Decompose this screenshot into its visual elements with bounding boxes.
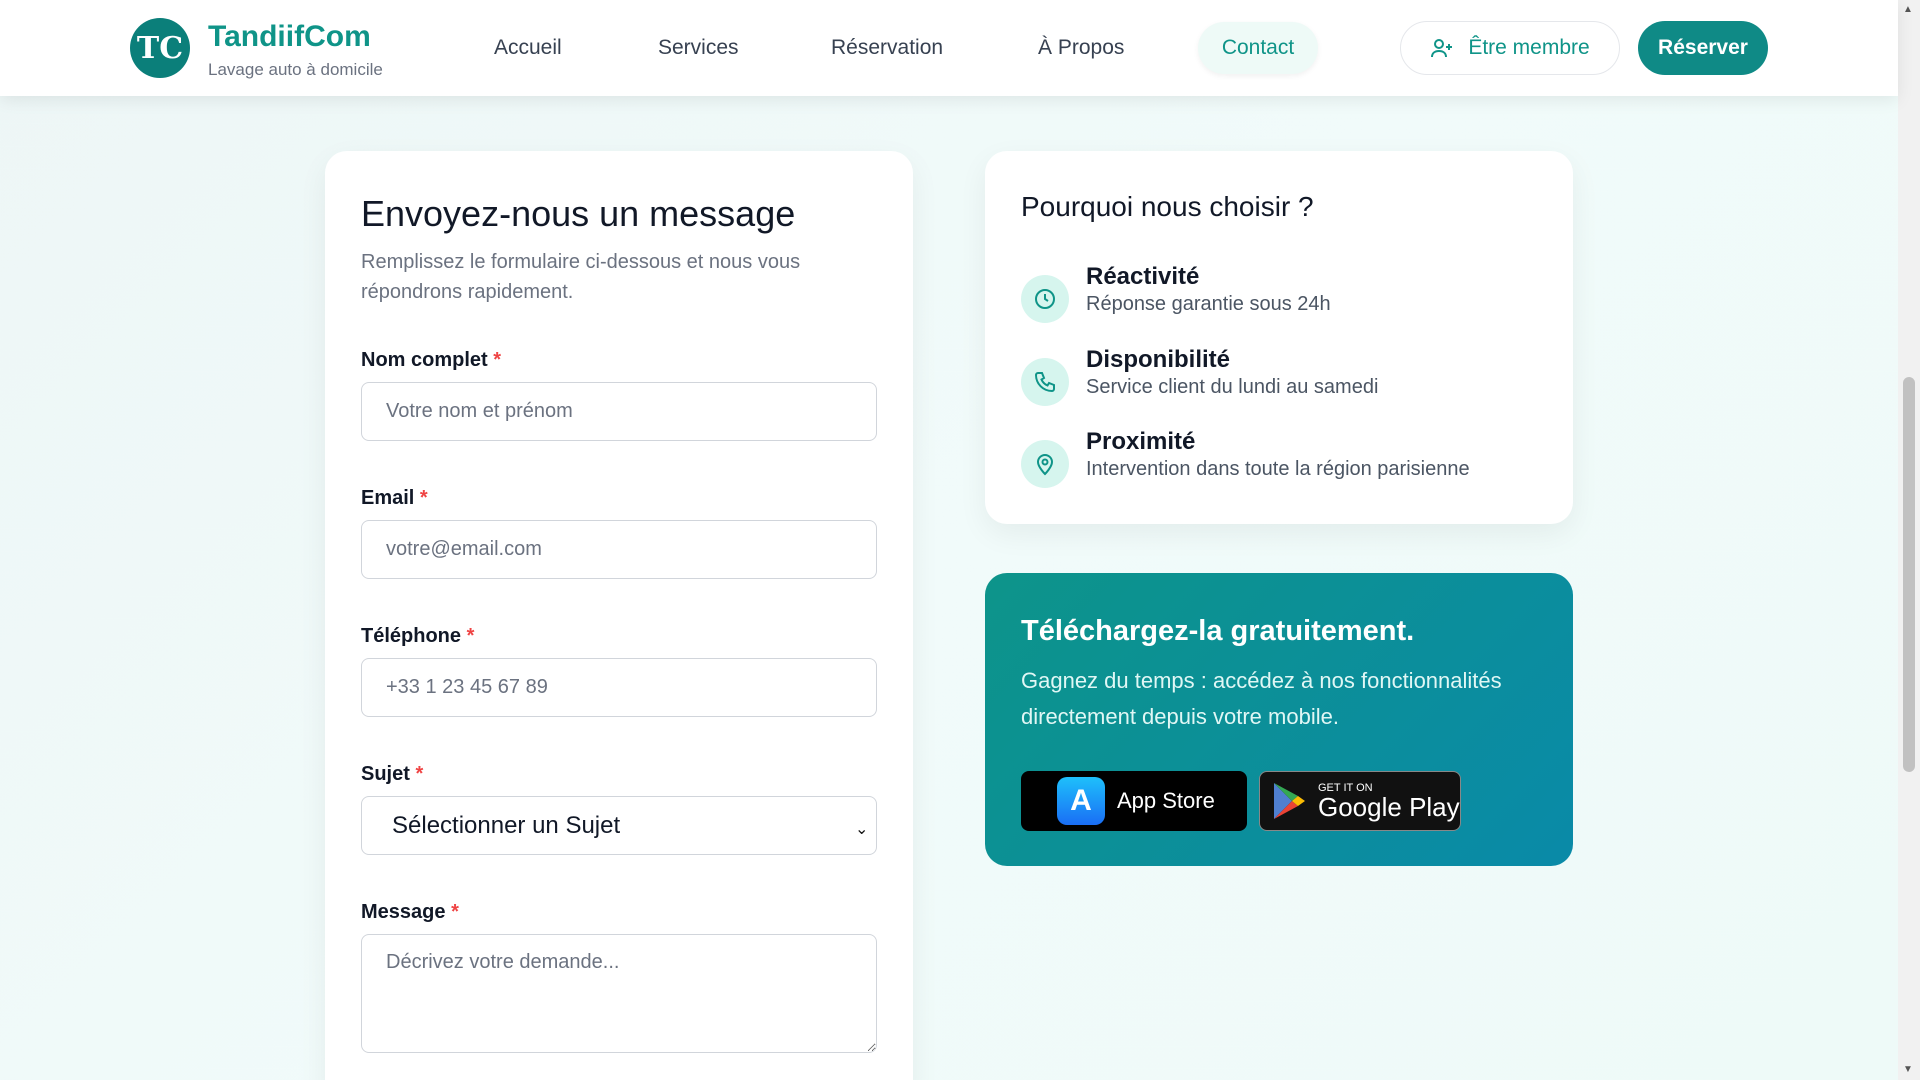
- user-plus-icon: [1431, 39, 1453, 58]
- download-desc: Gagnez du temps : accédez à nos fonction…: [1021, 668, 1502, 729]
- name-label: Nom complet *: [361, 349, 502, 371]
- form-title: Envoyez-nous un message: [361, 193, 796, 234]
- message-label: Message *: [361, 901, 459, 923]
- download-title: Téléchargez-la gratuitement.: [1021, 615, 1415, 647]
- why-item-desc: Intervention dans toute la région parisi…: [1086, 458, 1470, 480]
- why-item: Réactivité Réponse garantie sous 24h: [1021, 263, 1541, 331]
- google-play-button[interactable]: GET IT ON Google Play: [1259, 771, 1461, 831]
- form-subtitle: Remplissez le formulaire ci-dessous et n…: [361, 251, 801, 303]
- why-item: Proximité Intervention dans toute la rég…: [1021, 428, 1541, 496]
- clock-icon: [1021, 275, 1069, 323]
- email-input[interactable]: [361, 520, 877, 579]
- nav-reservation[interactable]: Réservation: [831, 36, 943, 60]
- why-item-desc: Réponse garantie sous 24h: [1086, 293, 1331, 315]
- member-label: Être membre: [1468, 36, 1590, 59]
- nav-a-propos[interactable]: À Propos: [1038, 36, 1124, 60]
- app-store-label: App Store: [1117, 788, 1215, 813]
- brand-tagline: Lavage auto à domicile: [208, 60, 383, 79]
- google-play-icon: [1274, 783, 1305, 819]
- logo[interactable]: TC: [130, 18, 190, 78]
- chevron-down-icon: ⌄: [855, 821, 869, 838]
- nav-services[interactable]: Services: [658, 36, 739, 60]
- subject-label: Sujet *: [361, 763, 424, 785]
- location-pin-icon: [1021, 440, 1069, 488]
- brand-name[interactable]: TandiifCom: [208, 20, 371, 54]
- phone-input[interactable]: [361, 658, 877, 717]
- why-item-title: Proximité: [1086, 428, 1196, 455]
- why-item-desc: Service client du lundi au samedi: [1086, 376, 1379, 398]
- why-item-title: Disponibilité: [1086, 346, 1230, 373]
- why-title: Pourquoi nous choisir ?: [1021, 191, 1314, 222]
- phone-label: Téléphone *: [361, 625, 475, 647]
- site-header: TC TandiifCom Lavage auto à domicile Acc…: [0, 0, 1898, 96]
- phone-icon: [1021, 358, 1069, 406]
- why-item-title: Réactivité: [1086, 263, 1200, 290]
- reserve-button[interactable]: Réserver: [1638, 21, 1768, 75]
- message-textarea[interactable]: [361, 934, 877, 1053]
- scroll-down-icon[interactable]: ▼: [1903, 1064, 1913, 1075]
- member-button[interactable]: Être membre: [1400, 21, 1620, 75]
- google-play-text: GET IT ON Google Play: [1318, 782, 1460, 822]
- email-label: Email *: [361, 487, 428, 509]
- app-store-button[interactable]: A App Store: [1021, 771, 1247, 831]
- download-app-card: Téléchargez-la gratuitement. Gagnez du t…: [985, 573, 1573, 866]
- nav-accueil[interactable]: Accueil: [494, 36, 562, 60]
- scroll-up-icon[interactable]: ▲: [1903, 4, 1913, 15]
- name-input[interactable]: [361, 382, 877, 441]
- contact-form-card: Envoyez-nous un message Remplissez le fo…: [325, 151, 913, 1080]
- subject-select[interactable]: Sélectionner un Sujet: [361, 796, 877, 855]
- why-item: Disponibilité Service client du lundi au…: [1021, 346, 1541, 414]
- scrollbar-thumb[interactable]: [1903, 377, 1915, 772]
- app-store-icon: A: [1057, 777, 1105, 825]
- nav-contact[interactable]: Contact: [1198, 22, 1318, 74]
- why-choose-card: Pourquoi nous choisir ? Réactivité Répon…: [985, 151, 1573, 524]
